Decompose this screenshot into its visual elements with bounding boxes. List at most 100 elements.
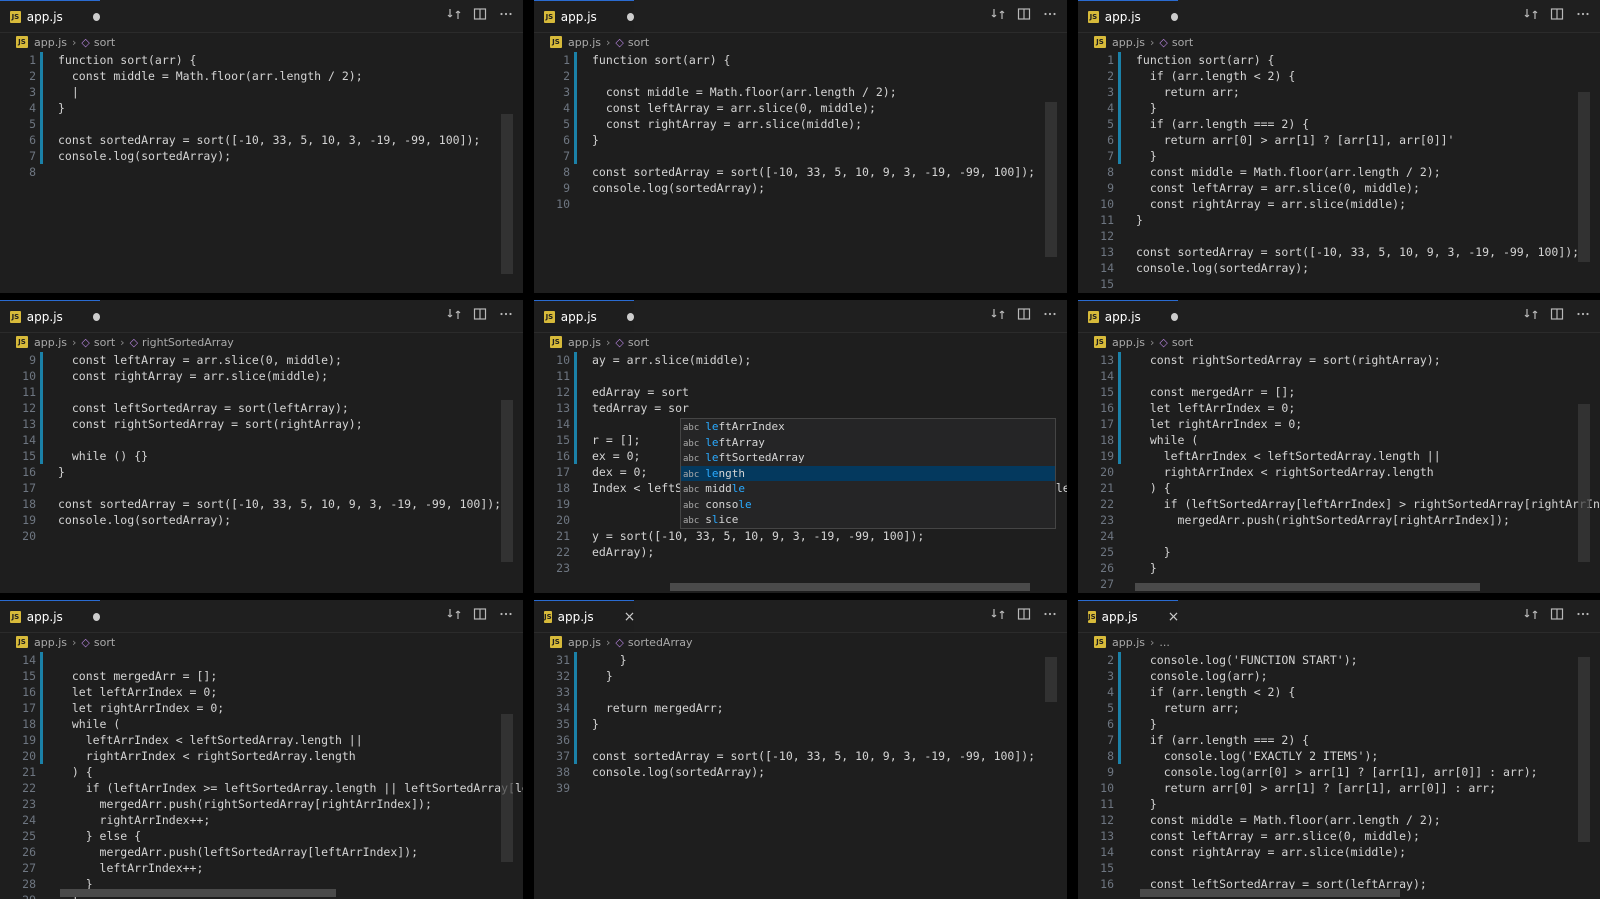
code-line[interactable]: 12 xyxy=(1078,228,1600,244)
breadcrumb-symbol[interactable]: sortedArray xyxy=(628,636,693,649)
code-editor[interactable]: 14 15 const mergedArr = []; 16 let leftArr… xyxy=(0,652,523,899)
code-line[interactable]: 2 xyxy=(534,68,1067,84)
code-line[interactable]: 19 console.log(sortedArray); xyxy=(0,512,523,528)
code-line[interactable]: 34 return mergedArr; xyxy=(534,700,1067,716)
code-line[interactable]: 16} xyxy=(0,464,523,480)
code-line[interactable]: 3 const middle = Math.floor(arr.length /… xyxy=(534,84,1067,100)
code-line[interactable]: 15 while () {} xyxy=(0,448,523,464)
code-line[interactable]: 14 const rightArray = arr.slice(middle); xyxy=(1078,844,1600,860)
close-tab-icon[interactable]: × xyxy=(624,609,636,625)
code-line[interactable]: 17 xyxy=(0,480,523,496)
code-line[interactable]: 22 if (leftArrIndex >= leftSortedArray.l… xyxy=(0,780,523,796)
code-line[interactable]: 38 console.log(sortedArray); xyxy=(534,764,1067,780)
suggestion-item[interactable]: abc leftArrIndex xyxy=(681,419,1055,435)
more-actions-icon[interactable] xyxy=(499,607,513,625)
code-line[interactable]: 23 xyxy=(534,560,1067,576)
code-line[interactable]: 5 return arr; xyxy=(1078,700,1600,716)
code-line[interactable]: 13 const rightSortedArray = sort(rightAr… xyxy=(1078,352,1600,368)
file-tab[interactable]: JS app.js xyxy=(0,300,100,332)
code-line[interactable]: 25 } xyxy=(1078,544,1600,560)
open-changes-icon[interactable] xyxy=(447,7,461,25)
breadcrumb-symbol[interactable]: sort xyxy=(1172,36,1193,49)
split-editor-icon[interactable] xyxy=(1017,7,1031,25)
code-line[interactable]: 23 mergedArr.push(rightSortedArray[right… xyxy=(0,796,523,812)
code-line[interactable]: 19 leftArrIndex < leftSortedArray.length… xyxy=(0,732,523,748)
code-line[interactable]: 8 const middle = Math.floor(arr.length /… xyxy=(1078,164,1600,180)
horizontal-scrollbar[interactable] xyxy=(1140,889,1400,897)
code-line[interactable]: 17 let rightArrIndex = 0; xyxy=(0,700,523,716)
code-line[interactable]: 17 let rightArrIndex = 0; xyxy=(1078,416,1600,432)
code-line[interactable]: 3 | xyxy=(0,84,523,100)
unsaved-dot-icon[interactable] xyxy=(1170,312,1178,321)
unsaved-dot-icon[interactable] xyxy=(1170,12,1178,21)
breadcrumb-symbol[interactable]: rightSortedArray xyxy=(142,336,234,349)
vertical-scrollbar[interactable] xyxy=(501,114,513,274)
split-editor-icon[interactable] xyxy=(1550,7,1564,25)
vertical-scrollbar[interactable] xyxy=(501,400,513,562)
open-changes-icon[interactable] xyxy=(447,607,461,625)
code-line[interactable]: 14 xyxy=(0,652,523,668)
code-line[interactable]: 26 } xyxy=(1078,560,1600,576)
code-line[interactable]: 18 while ( xyxy=(0,716,523,732)
code-line[interactable]: 10 ay = arr.slice(middle); xyxy=(534,352,1067,368)
code-line[interactable]: 35} xyxy=(534,716,1067,732)
code-line[interactable]: 1 function sort(arr) { xyxy=(1078,52,1600,68)
breadcrumb-file[interactable]: app.js xyxy=(1112,636,1145,649)
code-line[interactable]: 4 const leftArray = arr.slice(0, middle)… xyxy=(534,100,1067,116)
breadcrumb-symbol[interactable]: sort xyxy=(1172,336,1193,349)
more-actions-icon[interactable] xyxy=(1043,7,1057,25)
code-line[interactable]: 22 edArray); xyxy=(534,544,1067,560)
close-tab-icon[interactable]: × xyxy=(1168,609,1180,625)
code-line[interactable]: 11 } xyxy=(1078,796,1600,812)
code-line[interactable]: 20 rightArrIndex < rightSortedArray.leng… xyxy=(1078,464,1600,480)
breadcrumb-symbol[interactable]: sort xyxy=(94,36,115,49)
code-line[interactable]: 24 rightArrIndex++; xyxy=(0,812,523,828)
file-tab[interactable]: JS app.js xyxy=(534,300,634,332)
code-line[interactable]: 6 } xyxy=(1078,716,1600,732)
code-line[interactable]: 11} xyxy=(1078,212,1600,228)
unsaved-dot-icon[interactable] xyxy=(92,12,100,21)
open-changes-icon[interactable] xyxy=(447,307,461,325)
code-line[interactable]: 26 mergedArr.push(leftSortedArray[leftAr… xyxy=(0,844,523,860)
suggestion-item[interactable]: abc slice xyxy=(681,512,1055,528)
code-line[interactable]: 31 } xyxy=(534,652,1067,668)
code-line[interactable]: 21 y = sort([-10, 33, 5, 10, 9, 3, -19, -… xyxy=(534,528,1067,544)
code-line[interactable]: 19 leftArrIndex < leftSortedArray.length… xyxy=(1078,448,1600,464)
code-line[interactable]: 6 const sortedArray = sort([-10, 33, 5, 1… xyxy=(0,132,523,148)
suggestion-item[interactable]: abc console xyxy=(681,497,1055,513)
code-editor[interactable]: 31 } 32 } 33 34 return mergedArr; 35} 36 37 con… xyxy=(534,652,1067,899)
breadcrumb-symbol[interactable]: sort xyxy=(628,36,649,49)
breadcrumb-symbol[interactable]: sort xyxy=(94,636,115,649)
open-changes-icon[interactable] xyxy=(991,607,1005,625)
breadcrumb-file[interactable]: app.js xyxy=(34,36,67,49)
code-line[interactable]: 7 console.log(sortedArray); xyxy=(0,148,523,164)
breadcrumb-symbol[interactable]: sort xyxy=(94,336,115,349)
code-line[interactable]: 8 console.log('EXACTLY 2 ITEMS'); xyxy=(1078,748,1600,764)
code-line[interactable]: 10 const rightArray = arr.slice(middle); xyxy=(0,368,523,384)
code-line[interactable]: 14 xyxy=(0,432,523,448)
open-changes-icon[interactable] xyxy=(991,7,1005,25)
more-actions-icon[interactable] xyxy=(1576,7,1590,25)
code-line[interactable]: 4 if (arr.length < 2) { xyxy=(1078,684,1600,700)
breadcrumb-file[interactable]: app.js xyxy=(568,336,601,349)
breadcrumb-symbol[interactable]: sort xyxy=(628,336,649,349)
code-line[interactable]: 39 xyxy=(534,780,1067,796)
horizontal-scrollbar[interactable] xyxy=(670,583,1030,591)
code-line[interactable]: 9 console.log(sortedArray); xyxy=(534,180,1067,196)
code-line[interactable]: 21 ) { xyxy=(1078,480,1600,496)
code-line[interactable]: 5 if (arr.length === 2) { xyxy=(1078,116,1600,132)
code-line[interactable]: 10 xyxy=(534,196,1067,212)
code-line[interactable]: 18 while ( xyxy=(1078,432,1600,448)
breadcrumb-file[interactable]: app.js xyxy=(568,36,601,49)
code-line[interactable]: 2 console.log('FUNCTION START'); xyxy=(1078,652,1600,668)
breadcrumb-file[interactable]: app.js xyxy=(34,636,67,649)
code-line[interactable]: 11 xyxy=(0,384,523,400)
code-line[interactable]: 21 ) { xyxy=(0,764,523,780)
more-actions-icon[interactable] xyxy=(1043,307,1057,325)
code-line[interactable]: 15 xyxy=(1078,276,1600,292)
breadcrumb-file[interactable]: app.js xyxy=(1112,336,1145,349)
code-line[interactable]: 13 const leftArray = arr.slice(0, middle… xyxy=(1078,828,1600,844)
code-editor[interactable]: 1 function sort(arr) {2 3 const middle = M… xyxy=(534,52,1067,293)
horizontal-scrollbar[interactable] xyxy=(1135,583,1480,591)
suggestion-item[interactable]: abc middle xyxy=(681,481,1055,497)
